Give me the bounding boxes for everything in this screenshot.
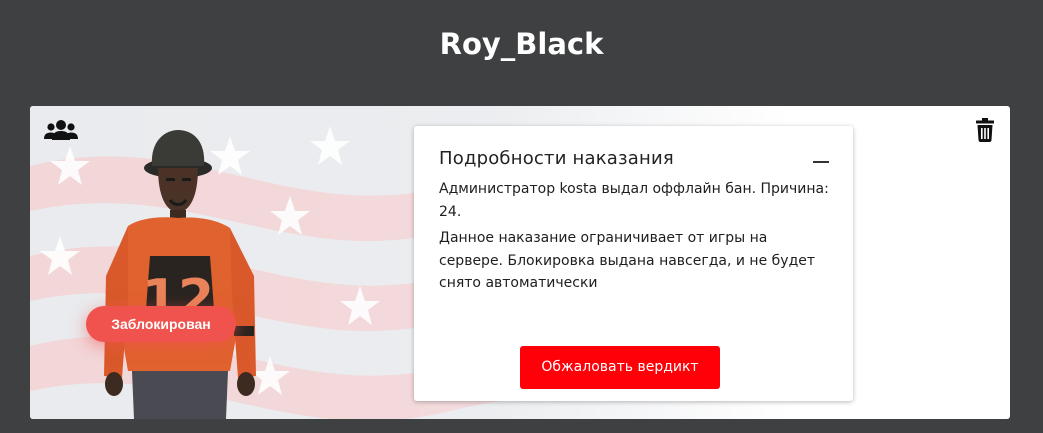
panel-title: Подробности наказания [439,148,674,169]
collapse-minus-icon[interactable] [813,161,829,163]
status-badge: Заблокирован [86,306,236,342]
trash-icon[interactable] [976,118,994,142]
page: Roy_Black 12 Заблокирован Подробности на… [0,0,1043,433]
player-skin-avatar: 12 [104,130,256,419]
punishment-description: Администратор kosta выдал оффлайн бан. П… [439,181,829,220]
player-card: 12 Заблокирован Подробности наказания Ад… [30,106,1010,419]
punishment-details-text: Данное наказание ограничивает от игры на… [439,230,816,291]
punishment-details-panel: Подробности наказания Администратор kost… [414,126,853,401]
player-name-title: Roy_Black [439,27,604,61]
appeal-verdict-button[interactable]: Обжаловать вердикт [520,346,720,389]
